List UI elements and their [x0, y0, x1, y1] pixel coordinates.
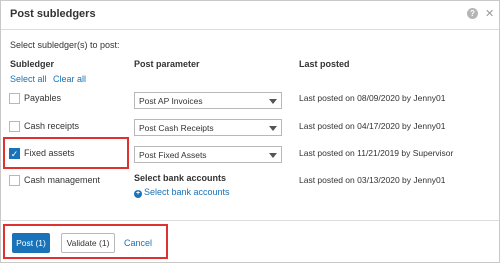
fixed-assets-post-parameter-value: Post Fixed Assets — [139, 150, 207, 160]
cash-receipts-label: Cash receipts — [24, 121, 80, 131]
payables-post-parameter-value: Post AP Invoices — [139, 96, 203, 106]
select-all-link[interactable]: Select all — [10, 74, 47, 84]
fixed-assets-post-parameter-select[interactable]: Post Fixed Assets — [134, 146, 282, 163]
select-bank-accounts-link-label: Select bank accounts — [144, 187, 230, 197]
cash-receipts-post-parameter-select[interactable]: Post Cash Receipts — [134, 119, 282, 136]
dialog-title: Post subledgers — [10, 8, 96, 20]
fixed-assets-highlight-box — [3, 137, 129, 169]
cash-receipts-post-parameter-value: Post Cash Receipts — [139, 123, 214, 133]
close-icon[interactable]: ✕ — [485, 8, 494, 20]
subledger-row-cash-management: Cash management Last posted on 03/13/202… — [1, 171, 499, 191]
payables-last-posted: Last posted on 08/09/2020 by Jenny01 — [299, 93, 446, 103]
plus-icon: + — [134, 190, 142, 198]
payables-checkbox[interactable] — [9, 93, 20, 104]
dialog-header: Post subledgers ? ✕ — [1, 1, 499, 29]
cash-management-label: Cash management — [24, 175, 101, 185]
chevron-down-icon — [269, 99, 277, 104]
footer-divider — [1, 220, 499, 221]
column-header-post-parameter: Post parameter — [134, 59, 200, 69]
cash-receipts-checkbox[interactable] — [9, 121, 20, 132]
post-button[interactable]: Post (1) — [12, 233, 50, 253]
header-divider — [1, 29, 499, 30]
cash-management-last-posted: Last posted on 03/13/2020 by Jenny01 — [299, 175, 446, 185]
column-header-last-posted: Last posted — [299, 59, 350, 69]
payables-post-parameter-select[interactable]: Post AP Invoices — [134, 92, 282, 109]
subledger-row-cash-receipts: Cash receipts Post Cash Receipts Last po… — [1, 117, 499, 137]
validate-button[interactable]: Validate (1) — [61, 233, 115, 253]
cancel-link[interactable]: Cancel — [124, 238, 152, 248]
clear-all-link[interactable]: Clear all — [53, 74, 86, 84]
select-bank-accounts-link[interactable]: + Select bank accounts — [134, 187, 230, 198]
cash-receipts-last-posted: Last posted on 04/17/2020 by Jenny01 — [299, 121, 446, 131]
select-bank-accounts-title: Select bank accounts — [134, 173, 227, 183]
question-icon[interactable]: ? — [467, 8, 478, 19]
post-subledgers-dialog: Post subledgers ? ✕ Select subledger(s) … — [0, 0, 500, 263]
column-header-subledger: Subledger — [10, 59, 55, 69]
cash-management-checkbox[interactable] — [9, 175, 20, 186]
payables-label: Payables — [24, 93, 62, 103]
instruction-text: Select subledger(s) to post: — [10, 40, 120, 50]
subledger-row-payables: Payables Post AP Invoices Last posted on… — [1, 89, 499, 109]
chevron-down-icon — [269, 126, 277, 131]
chevron-down-icon — [269, 153, 277, 158]
fixed-assets-last-posted: Last posted on 11/21/2019 by Supervisor — [299, 148, 454, 158]
